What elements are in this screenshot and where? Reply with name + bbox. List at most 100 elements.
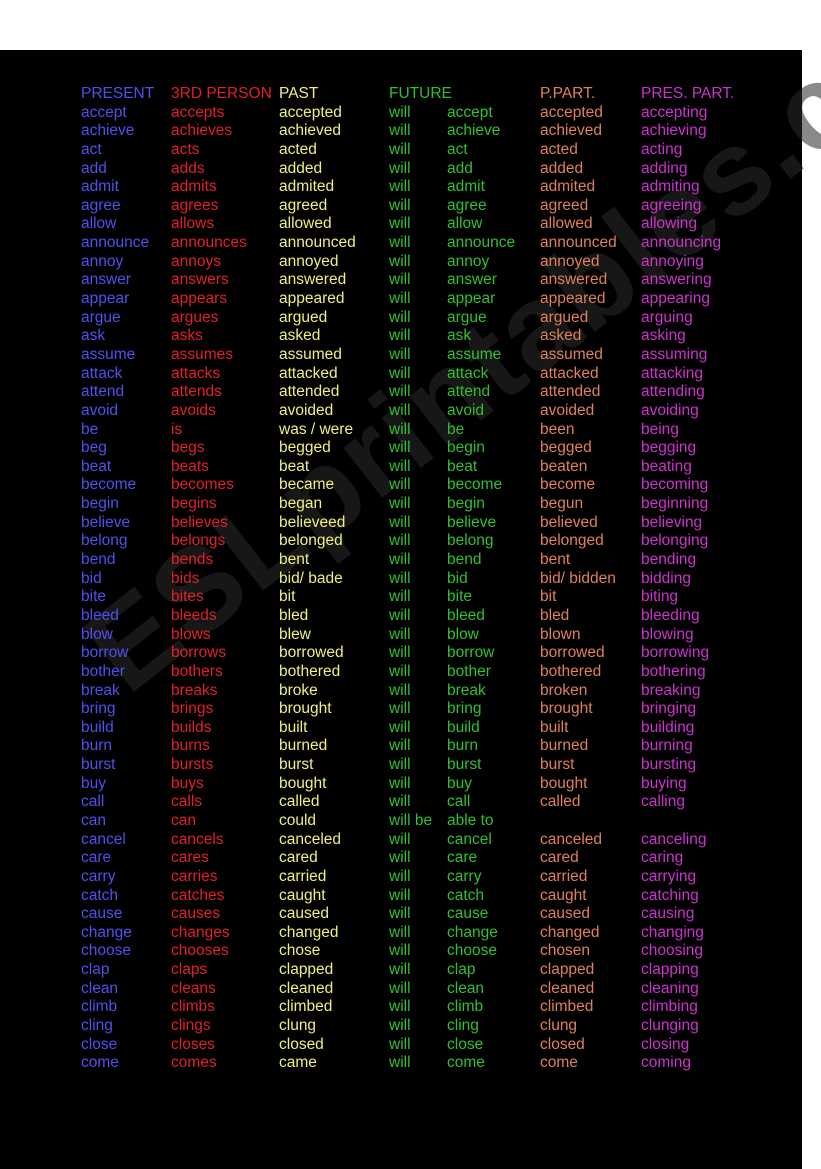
cell-third-person: bothers bbox=[171, 662, 223, 680]
cell-past: could bbox=[279, 811, 317, 829]
cell-future-verb: borrow bbox=[447, 644, 495, 662]
cell-present: annoy bbox=[81, 252, 124, 270]
cell-present: be bbox=[81, 420, 99, 438]
cell-present: admit bbox=[81, 178, 119, 196]
cell-future-aux: will bbox=[389, 923, 411, 941]
cell-present-participle: begging bbox=[641, 439, 697, 457]
cell-future-aux: will be bbox=[389, 811, 433, 829]
cell-present: burn bbox=[81, 737, 113, 755]
cell-future-aux: will bbox=[389, 290, 411, 308]
cell-present: answer bbox=[81, 271, 131, 289]
cell-past: carried bbox=[279, 867, 327, 885]
cell-third-person: beats bbox=[171, 457, 209, 475]
cell-third-person: admits bbox=[171, 178, 217, 196]
cell-third-person: borrows bbox=[171, 644, 227, 662]
cell-future-verb: announce bbox=[447, 234, 516, 252]
cell-future-verb: bother bbox=[447, 662, 491, 680]
cell-future-verb: clap bbox=[447, 961, 476, 979]
cell-future-verb: achieve bbox=[447, 122, 501, 140]
cell-present-participle: achieving bbox=[641, 122, 707, 140]
cell-future-verb: cling bbox=[447, 1017, 479, 1035]
cell-future-aux: will bbox=[389, 979, 411, 997]
cell-past-participle: begged bbox=[540, 439, 592, 457]
cell-past-participle: chosen bbox=[540, 942, 590, 960]
cell-third-person: is bbox=[171, 420, 183, 438]
cell-future-aux: will bbox=[389, 700, 411, 718]
cell-past: achieved bbox=[279, 122, 342, 140]
cell-future-verb: burst bbox=[447, 756, 482, 774]
cell-present: belong bbox=[81, 532, 128, 550]
cell-third-person: catches bbox=[171, 886, 225, 904]
cell-future-aux: will bbox=[389, 513, 411, 531]
cell-future-aux: will bbox=[389, 718, 411, 736]
cell-future-verb: avoid bbox=[447, 401, 485, 419]
cell-present: avoid bbox=[81, 401, 119, 419]
cell-future-verb: allow bbox=[447, 215, 483, 233]
cell-third-person: changes bbox=[171, 923, 230, 941]
header-future: FUTURE bbox=[389, 85, 452, 102]
cell-future-verb: carry bbox=[447, 867, 482, 885]
cell-past-participle: added bbox=[540, 159, 584, 177]
cell-future-aux: will bbox=[389, 756, 411, 774]
cell-third-person: clings bbox=[171, 1017, 211, 1035]
cell-future-verb: come bbox=[447, 1054, 485, 1072]
cell-past: bit bbox=[279, 588, 296, 606]
cell-future-verb: bid bbox=[447, 569, 468, 587]
cell-past: broke bbox=[279, 681, 318, 699]
cell-future-aux: will bbox=[389, 122, 411, 140]
cell-past-participle: bit bbox=[540, 588, 557, 606]
cell-future-verb: begin bbox=[447, 495, 485, 513]
cell-past: caught bbox=[279, 886, 326, 904]
cell-future-verb: become bbox=[447, 476, 503, 494]
cell-future-verb: beat bbox=[447, 457, 478, 475]
cell-past-participle: bid/ bidden bbox=[540, 569, 616, 587]
cell-present: choose bbox=[81, 942, 131, 960]
cell-present-participle: choosing bbox=[641, 942, 704, 960]
cell-present: become bbox=[81, 476, 137, 494]
cell-third-person: burns bbox=[171, 737, 210, 755]
cell-present: bleed bbox=[81, 606, 119, 624]
cell-future-verb: attend bbox=[447, 383, 491, 401]
cell-present: allow bbox=[81, 215, 117, 233]
cell-future-verb: blow bbox=[447, 625, 479, 643]
cell-past-participle: carried bbox=[540, 867, 588, 885]
cell-present-participle: clunging bbox=[641, 1017, 699, 1035]
cell-present-participle: attending bbox=[641, 383, 705, 401]
cell-past-participle: borrowed bbox=[540, 644, 605, 662]
cell-third-person: causes bbox=[171, 905, 221, 923]
cell-future-aux: will bbox=[389, 457, 411, 475]
cell-past: clung bbox=[279, 1017, 317, 1035]
cell-present: ask bbox=[81, 327, 106, 345]
cell-present: care bbox=[81, 849, 112, 867]
cell-present-participle: biting bbox=[641, 588, 679, 606]
cell-present: bring bbox=[81, 700, 116, 718]
cell-present-participle: bringing bbox=[641, 700, 697, 718]
cell-present: bother bbox=[81, 662, 125, 680]
cell-third-person: comes bbox=[171, 1054, 217, 1072]
cell-future-aux: will bbox=[389, 849, 411, 867]
cell-past: belonged bbox=[279, 532, 343, 550]
cell-past-participle: bled bbox=[540, 606, 570, 624]
cell-future-aux: will bbox=[389, 364, 411, 382]
cell-future-verb: call bbox=[447, 793, 471, 811]
cell-past: closed bbox=[279, 1035, 324, 1053]
cell-future-aux: will bbox=[389, 383, 411, 401]
cell-present-participle: bending bbox=[641, 551, 697, 569]
cell-future-verb: bend bbox=[447, 551, 482, 569]
cell-past-participle: climbed bbox=[540, 998, 594, 1016]
cell-past: called bbox=[279, 793, 320, 811]
cell-third-person: achieves bbox=[171, 122, 233, 140]
cell-past-participle: announced bbox=[540, 234, 617, 252]
cell-third-person: annoys bbox=[171, 252, 221, 270]
cell-third-person: bites bbox=[171, 588, 204, 606]
cell-third-person: believes bbox=[171, 513, 228, 531]
cell-present: appear bbox=[81, 290, 130, 308]
cell-future-aux: will bbox=[389, 196, 411, 214]
cell-future-aux: will bbox=[389, 103, 411, 121]
cell-present-participle: closing bbox=[641, 1035, 690, 1053]
cell-future-aux: will bbox=[389, 439, 411, 457]
cell-past-participle: believed bbox=[540, 513, 598, 531]
cell-past-participle: become bbox=[540, 476, 596, 494]
cell-past: bled bbox=[279, 606, 309, 624]
cell-future-verb: buy bbox=[447, 774, 472, 792]
